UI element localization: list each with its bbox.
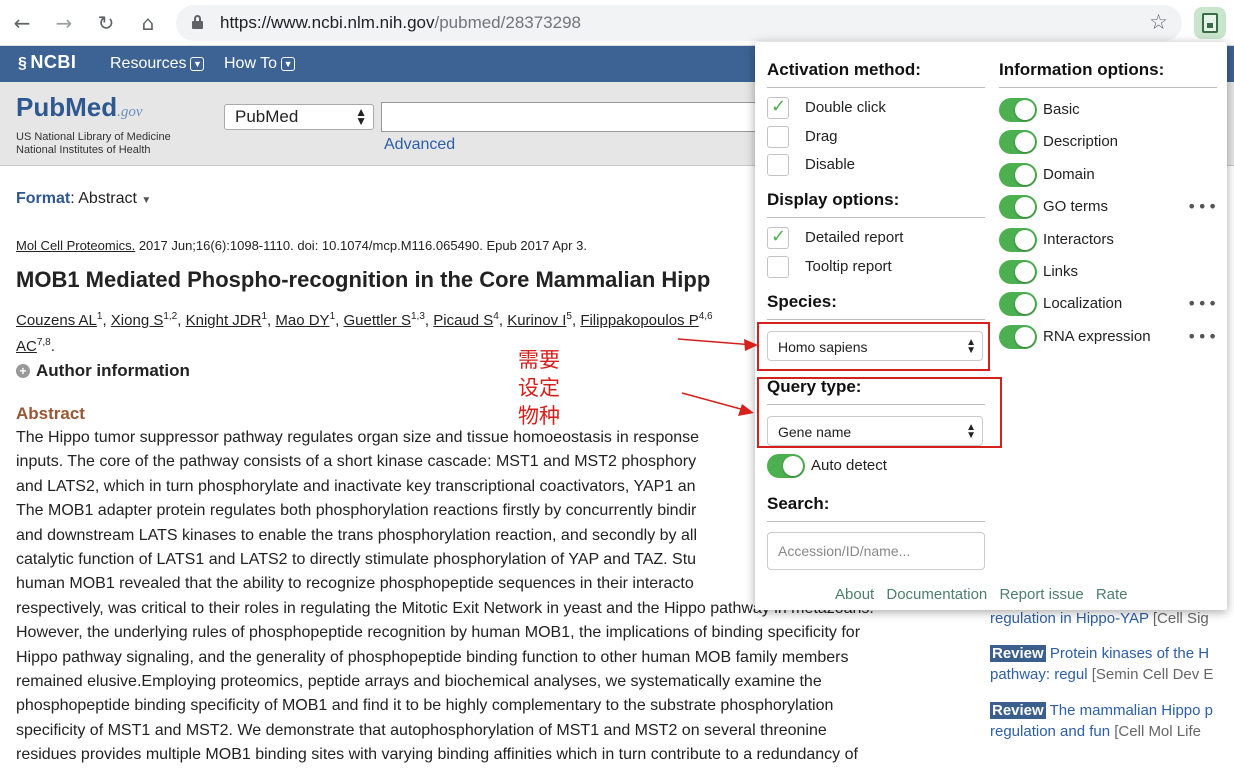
affiliation-sup: 1 xyxy=(329,311,336,322)
journal-link[interactable]: Mol Cell Proteomics. xyxy=(16,238,135,253)
pubmed-logo[interactable]: PubMed.gov xyxy=(16,92,143,123)
toggle-switch[interactable] xyxy=(999,292,1037,317)
toggle-label: Description xyxy=(1043,133,1119,151)
query-type-highlight-box xyxy=(757,377,1002,448)
toggle-label: Localization xyxy=(1043,295,1123,313)
auto-detect-toggle[interactable] xyxy=(767,454,805,478)
activation-heading: Activation method: xyxy=(767,60,921,79)
auto-detect-label: Auto detect xyxy=(811,457,887,474)
author-link[interactable]: Couzens AL xyxy=(16,312,97,329)
author-information-toggle[interactable]: + Author information xyxy=(16,361,190,381)
about-link[interactable]: About xyxy=(835,586,874,603)
toggle-label: Domain xyxy=(1043,165,1095,183)
toggle-switch[interactable] xyxy=(999,130,1037,155)
toggle-switch[interactable] xyxy=(999,260,1037,284)
abstract-line: Hippo pathway signaling, and the general… xyxy=(16,648,849,666)
author-link[interactable]: Xiong S xyxy=(111,312,164,329)
back-icon[interactable]: ← xyxy=(8,9,36,37)
annotation-arrows xyxy=(677,338,758,416)
search-heading: Search: xyxy=(767,494,830,513)
chevron-down-icon: ▼ xyxy=(281,57,296,71)
lock-icon xyxy=(192,15,203,29)
search-input[interactable] xyxy=(381,102,761,132)
nlm-subtitle: US National Library of Medicine National … xyxy=(16,131,171,156)
documentation-link[interactable]: Documentation xyxy=(886,586,987,603)
toggle-label: RNA expression xyxy=(1043,327,1151,345)
similar-article-link[interactable]: Review The mammalian Hippo p regulation a… xyxy=(990,700,1213,742)
toggle-label: GO terms xyxy=(1043,198,1109,216)
similar-article-link[interactable]: regulation in Hippo-YAP [Cell Sig xyxy=(990,608,1209,629)
rate-link[interactable]: Rate xyxy=(1096,586,1128,603)
toggle-switch[interactable] xyxy=(999,195,1037,220)
check-icon: ✓ xyxy=(771,226,787,247)
author-link[interactable]: Guettler S xyxy=(343,312,411,329)
abstract-line: However, the underlying rules of phospho… xyxy=(16,624,861,642)
abstract-line: specificity of MST1 and MST2. We demonst… xyxy=(16,721,827,739)
affiliation-sup: 5 xyxy=(566,311,572,322)
abstract-line: remained elusive.Employing proteomics, p… xyxy=(16,673,822,691)
url-text[interactable]: https://www.ncbi.nlm.nih.gov/pubmed/2837… xyxy=(220,13,581,33)
author-link[interactable]: AC xyxy=(16,338,37,355)
select-arrows-icon: ▲ ▼ xyxy=(355,105,367,128)
info-options-heading: Information options: xyxy=(999,60,1165,79)
more-options-icon[interactable]: ••• xyxy=(1187,294,1218,313)
more-options-icon[interactable]: ••• xyxy=(1187,197,1218,216)
advanced-link[interactable]: Advanced xyxy=(384,136,455,154)
display-heading: Display options: xyxy=(767,190,900,209)
forward-icon[interactable]: → xyxy=(50,9,78,37)
toggle-switch[interactable] xyxy=(999,324,1037,349)
annotation-note: 需要 设定 物种 xyxy=(518,348,560,428)
extension-icon[interactable] xyxy=(1194,7,1226,39)
author-list: Couzens AL1, Xiong S1,2, Knight JDR1, Ma… xyxy=(16,311,713,355)
affiliation-sup: 1 xyxy=(96,311,103,322)
toggle-label: Basic xyxy=(1043,101,1080,118)
author-link[interactable]: Filippakopoulos P xyxy=(580,312,698,329)
caret-down-icon: ▼ xyxy=(141,195,152,206)
article-title: MOB1 Mediated Phospho-recognition in the… xyxy=(16,267,711,292)
check-icon: ✓ xyxy=(771,96,787,117)
ncbi-logo[interactable]: § NCBI xyxy=(18,52,76,73)
toggle-switch[interactable] xyxy=(999,227,1037,252)
home-icon[interactable]: ⌂ xyxy=(134,9,162,37)
popup-search-input[interactable]: Accession/ID/name... xyxy=(767,532,985,570)
bookmark-star-icon[interactable]: ☆ xyxy=(1149,10,1168,34)
resources-menu[interactable]: Resources ▼ xyxy=(110,55,205,73)
affiliation-sup: 1 xyxy=(261,311,268,322)
toggle-label: Interactors xyxy=(1043,230,1114,248)
affiliation-sup: 4,6 xyxy=(698,311,713,322)
author-link[interactable]: Kurinov I xyxy=(507,312,566,329)
abstract-heading: Abstract xyxy=(16,404,85,423)
species-heading: Species: xyxy=(767,292,837,311)
citation: Mol Cell Proteomics. 2017 Jun;16(6):1098… xyxy=(16,238,587,253)
affiliation-sup: 1,3 xyxy=(411,311,425,322)
popup-footer: About Documentation Report issue Rate xyxy=(835,586,1136,603)
species-highlight-box xyxy=(757,322,990,371)
toggle-switch[interactable] xyxy=(999,98,1037,122)
howto-menu[interactable]: How To ▼ xyxy=(224,55,296,73)
author-link[interactable]: Mao DY xyxy=(275,312,329,329)
toggle-label: Links xyxy=(1043,263,1079,280)
more-options-icon[interactable]: ••• xyxy=(1187,327,1218,346)
author-link[interactable]: Knight JDR xyxy=(186,312,262,329)
format-selector[interactable]: Format: Abstract ▼ xyxy=(16,190,151,208)
report-issue-link[interactable]: Report issue xyxy=(999,586,1083,603)
browser-toolbar: ← → ↻ ⌂ https://www.ncbi.nlm.nih.gov/pub… xyxy=(0,0,1234,46)
affiliation-sup: 1,2 xyxy=(163,311,178,322)
affiliation-sup: 4 xyxy=(493,311,499,322)
plus-icon: + xyxy=(16,364,30,378)
chevron-down-icon: ▼ xyxy=(190,57,205,71)
abstract-line: phosphopeptide binding specificity of MO… xyxy=(16,697,834,715)
database-select[interactable]: PubMed ▲ ▼ xyxy=(224,104,374,130)
author-link[interactable]: Picaud S xyxy=(433,312,493,329)
address-bar[interactable]: https://www.ncbi.nlm.nih.gov/pubmed/2837… xyxy=(176,5,1182,41)
reload-icon[interactable]: ↻ xyxy=(92,9,120,37)
similar-article-link[interactable]: Review Protein kinases of the Hpathway: … xyxy=(990,643,1213,685)
toggle-switch[interactable] xyxy=(999,162,1037,187)
abstract-line: residues provides multiple MOB1 binding … xyxy=(16,746,858,764)
